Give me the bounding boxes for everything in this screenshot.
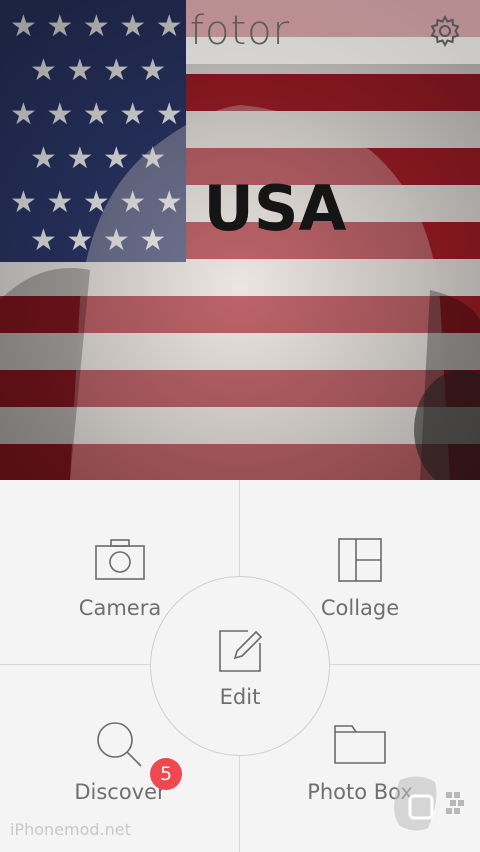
- folder-icon: [334, 724, 386, 768]
- gear-icon[interactable]: [428, 14, 462, 48]
- app-logo: fotor: [189, 8, 291, 54]
- collage-grid-icon: [338, 538, 382, 586]
- discover-badge: 5: [150, 758, 182, 790]
- main-menu: Camera Collage Discover 5 Photo Box Edit…: [0, 480, 480, 852]
- edit-label: Edit: [219, 685, 261, 709]
- hero-image: ★ ★ ★ ★ ★ ★ ★ ★ ★ ★ ★ ★ ★ ★ ★ ★ ★ ★ ★ ★ …: [0, 0, 480, 480]
- shirt-text: USA: [204, 172, 347, 245]
- discover-label: Discover: [74, 780, 166, 804]
- camera-icon: [95, 538, 145, 584]
- watermark-text: iPhonemod.net: [10, 820, 131, 839]
- watermark-logo: [380, 770, 476, 834]
- edit-pencil-icon: [218, 629, 263, 677]
- search-icon: [95, 720, 145, 774]
- flag-photo: ★ ★ ★ ★ ★ ★ ★ ★ ★ ★ ★ ★ ★ ★ ★ ★ ★ ★ ★ ★ …: [0, 0, 480, 480]
- top-bar: fotor: [0, 0, 480, 64]
- edit-button[interactable]: Edit: [150, 576, 330, 756]
